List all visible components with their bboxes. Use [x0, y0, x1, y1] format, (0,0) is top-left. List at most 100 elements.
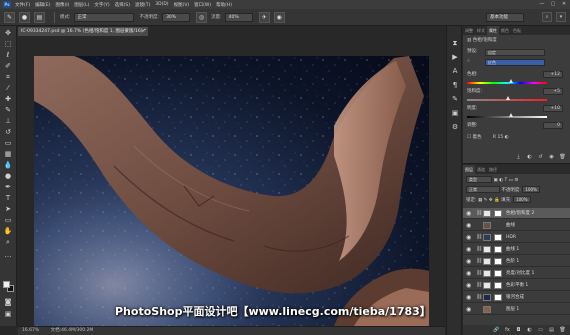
layer-mask-thumbnail[interactable]	[494, 282, 502, 289]
pressure-opacity-icon[interactable]: ◎	[196, 11, 208, 23]
quick-mask-icon[interactable]: ◙	[3, 298, 13, 307]
menu-edit[interactable]: 编辑(E)	[35, 2, 50, 8]
type-tool-icon[interactable]: T	[3, 194, 13, 203]
layer-fill-field[interactable]: 100%	[513, 196, 531, 203]
move-tool-icon[interactable]: ✥	[3, 29, 13, 38]
menu-layer[interactable]: 图层(L)	[74, 2, 89, 8]
layer-mask-thumbnail[interactable]	[494, 270, 502, 277]
hue-slider-thumb[interactable]	[508, 79, 513, 83]
layer-name[interactable]: 色彩平衡 1	[506, 280, 528, 291]
layer-thumbnail[interactable]	[483, 282, 491, 289]
brush-tool-preset-icon[interactable]: ✎	[4, 11, 15, 23]
visibility-icon[interactable]: ◉	[548, 154, 555, 161]
preset-select[interactable]: 自定	[485, 49, 545, 56]
saturation-slider-thumb[interactable]	[506, 96, 511, 100]
zoom-level[interactable]: 16.67%	[22, 328, 39, 333]
layer-visibility-icon[interactable]: ◉	[466, 244, 472, 255]
pressure-size-icon[interactable]: ◉	[273, 11, 285, 23]
lasso-tool-icon[interactable]: ℓ	[3, 51, 13, 60]
clone-stamp-tool-icon[interactable]: ⊥	[3, 117, 13, 126]
close-document-icon[interactable]: ×	[141, 27, 145, 36]
layer-opacity-field[interactable]: 100%	[522, 186, 540, 193]
layer-mask-thumbnail[interactable]	[494, 210, 502, 217]
layer-visibility-icon[interactable]: ◉	[466, 280, 472, 291]
layer-visibility-icon[interactable]: ◉	[466, 232, 472, 243]
brush-presets-icon[interactable]: ✎	[450, 94, 460, 104]
layer-visibility-icon[interactable]: ◉	[466, 256, 472, 267]
tab-properties[interactable]: 属性	[487, 26, 499, 35]
close-window-button[interactable]: ✕	[561, 1, 567, 7]
layer-mask-thumbnail[interactable]	[494, 294, 502, 301]
layer-visibility-icon[interactable]: ◉	[466, 268, 472, 279]
quick-select-tool-icon[interactable]: ✐	[3, 62, 13, 71]
paragraph-panel-icon[interactable]: ¶	[450, 80, 460, 90]
menu-type[interactable]: 文字(Y)	[94, 2, 109, 8]
blend-mode-select[interactable]: 正常	[73, 12, 134, 22]
shape-tool-icon[interactable]: ▭	[3, 216, 13, 225]
path-select-tool-icon[interactable]: ➤	[3, 205, 13, 214]
tab-adjustments[interactable]: 调整	[463, 26, 475, 35]
canvas-area[interactable]	[18, 36, 445, 326]
reset-icon[interactable]: ↺	[537, 154, 544, 161]
panel-menu-icon[interactable]: ▾	[556, 12, 566, 22]
menu-image[interactable]: 图像(I)	[55, 2, 69, 8]
layer-thumbnail[interactable]	[483, 246, 491, 253]
layer-thumbnail[interactable]	[483, 210, 491, 217]
brush-tool-icon[interactable]: ✎	[3, 106, 13, 115]
layer-row[interactable]: ◉ ⛓ 银河合成	[463, 292, 570, 303]
layer-name[interactable]: 曲线 1	[506, 244, 519, 255]
layer-row[interactable]: ◉ ⛓ 色阶 1	[463, 256, 570, 267]
menu-select[interactable]: 选择(S)	[115, 2, 130, 8]
lightness-slider[interactable]	[467, 113, 547, 118]
tab-layers[interactable]: 图层	[463, 165, 475, 174]
marquee-tool-icon[interactable]: ⬚	[3, 40, 13, 49]
layer-row[interactable]: ◉ ⛓ 色彩平衡 1	[463, 280, 570, 291]
view-previous-icon[interactable]: ◐	[526, 154, 533, 161]
workspace-select[interactable]: 基本功能	[486, 13, 524, 22]
blur-tool-icon[interactable]: 💧	[3, 161, 13, 170]
foreground-color-swatch[interactable]	[3, 281, 10, 288]
layer-thumbnail[interactable]	[483, 306, 491, 313]
layer-row[interactable]: ◉ ⛓ 亮度/对比度 1	[463, 268, 570, 279]
saturation-slider[interactable]	[467, 96, 547, 101]
tab-color[interactable]: 颜色	[499, 26, 511, 35]
layer-row[interactable]: ◉ ⛓ HDR	[463, 232, 570, 243]
layer-row[interactable]: ◉ ⛓ 色相/饱和度 2	[463, 208, 570, 219]
airbrush-icon[interactable]: ✈	[258, 11, 270, 23]
tab-channels[interactable]: 通道	[475, 165, 487, 174]
layer-mask-thumbnail[interactable]	[494, 246, 502, 253]
eraser-tool-icon[interactable]: ▭	[3, 139, 13, 148]
new-group-icon[interactable]: ▭	[537, 325, 544, 335]
lightness-value[interactable]: +10	[543, 105, 563, 112]
saturation-value[interactable]: +5	[543, 88, 563, 95]
layer-thumbnail[interactable]	[483, 222, 491, 229]
layer-name[interactable]: HDR	[506, 232, 516, 243]
tab-paths[interactable]: 路径	[487, 165, 499, 174]
healing-brush-tool-icon[interactable]: ✚	[3, 95, 13, 104]
tool-presets-icon[interactable]: ⚙	[450, 122, 460, 132]
brush-panel-toggle-icon[interactable]: ▤	[34, 11, 45, 23]
hand-adjust-icon[interactable]: ☝	[467, 59, 470, 64]
layer-style-icon[interactable]: fx	[504, 325, 511, 335]
layer-row[interactable]: ◉ ⛓ 曲线 1	[463, 244, 570, 255]
screen-mode-icon[interactable]: ▣	[3, 310, 13, 319]
menu-view[interactable]: 视图(V)	[174, 2, 190, 8]
layer-thumbnail[interactable]	[483, 270, 491, 277]
lightness-slider-thumb[interactable]	[508, 113, 513, 117]
layer-blend-mode-select[interactable]: 正常	[466, 186, 500, 193]
layer-name[interactable]: 银河合成	[506, 292, 524, 303]
layer-visibility-icon[interactable]: ◉	[466, 220, 472, 231]
clip-to-layer-icon[interactable]: ⤓	[515, 154, 522, 161]
menu-file[interactable]: 文件(F)	[15, 2, 30, 8]
layer-thumbnail[interactable]	[483, 234, 491, 241]
layer-name[interactable]: 色阶 1	[506, 256, 519, 267]
character-panel-icon[interactable]: A	[450, 66, 460, 76]
new-layer-icon[interactable]: ▤	[548, 325, 555, 335]
layer-name[interactable]: 亮度/对比度 1	[506, 268, 534, 279]
layer-filter-select[interactable]: 类型	[466, 176, 492, 183]
gradient-tool-icon[interactable]: ▦	[3, 150, 13, 159]
layer-row[interactable]: ◉ 图层 1	[463, 304, 570, 315]
layer-mask-thumbnail[interactable]	[494, 234, 502, 241]
hue-slider[interactable]	[467, 79, 547, 84]
maximize-button[interactable]: ▢	[550, 1, 556, 7]
